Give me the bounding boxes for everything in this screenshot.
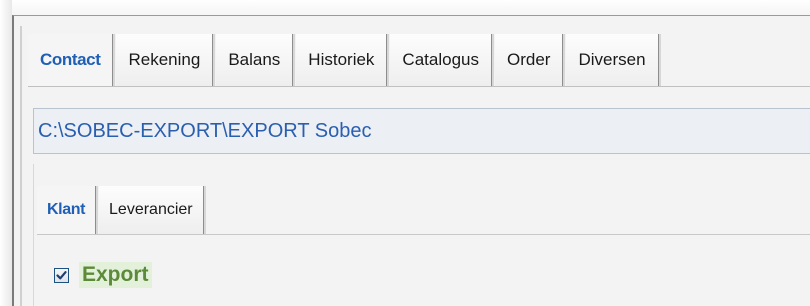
tab-rekening[interactable]: Rekening	[116, 34, 214, 86]
export-checkbox[interactable]	[54, 267, 69, 283]
tab-contact[interactable]: Contact	[28, 34, 114, 86]
sub-tabstrip-baseline	[37, 234, 810, 235]
frame-divider	[20, 26, 22, 306]
export-path-value: C:\SOBEC-EXPORT\EXPORT Sobec	[38, 119, 372, 142]
tab-order[interactable]: Order	[494, 34, 564, 86]
tab-historiek[interactable]: Historiek	[296, 34, 388, 86]
export-checkbox-row: Export	[54, 262, 152, 288]
tab-klant[interactable]: Klant	[37, 186, 97, 234]
tabstrip-baseline	[28, 86, 810, 87]
main-tabstrip: Contact Rekening Balans Historiek Catalo…	[28, 34, 662, 86]
sub-tabstrip: Klant Leverancier	[37, 186, 207, 234]
tab-catalogus[interactable]: Catalogus	[390, 34, 492, 86]
tab-label: Balans	[228, 50, 281, 69]
subtab-label: Leverancier	[109, 201, 193, 218]
tab-label: Diversen	[578, 50, 646, 69]
tab-leverancier[interactable]: Leverancier	[99, 186, 204, 234]
tab-label: Rekening	[128, 50, 201, 69]
tab-label: Catalogus	[402, 50, 479, 69]
checkmark-icon	[56, 270, 67, 279]
tab-label: Contact	[40, 50, 101, 69]
tab-balans[interactable]: Balans	[216, 34, 294, 86]
tab-diversen[interactable]: Diversen	[566, 34, 659, 86]
export-checkbox-label: Export	[79, 262, 152, 288]
tab-label: Order	[506, 50, 551, 69]
window-left-shadow	[0, 0, 12, 306]
subtab-label: Klant	[47, 201, 86, 218]
export-path-field[interactable]: C:\SOBEC-EXPORT\EXPORT Sobec	[33, 108, 810, 154]
tab-label: Historiek	[308, 50, 375, 69]
page: Contact Rekening Balans Historiek Catalo…	[0, 0, 810, 306]
